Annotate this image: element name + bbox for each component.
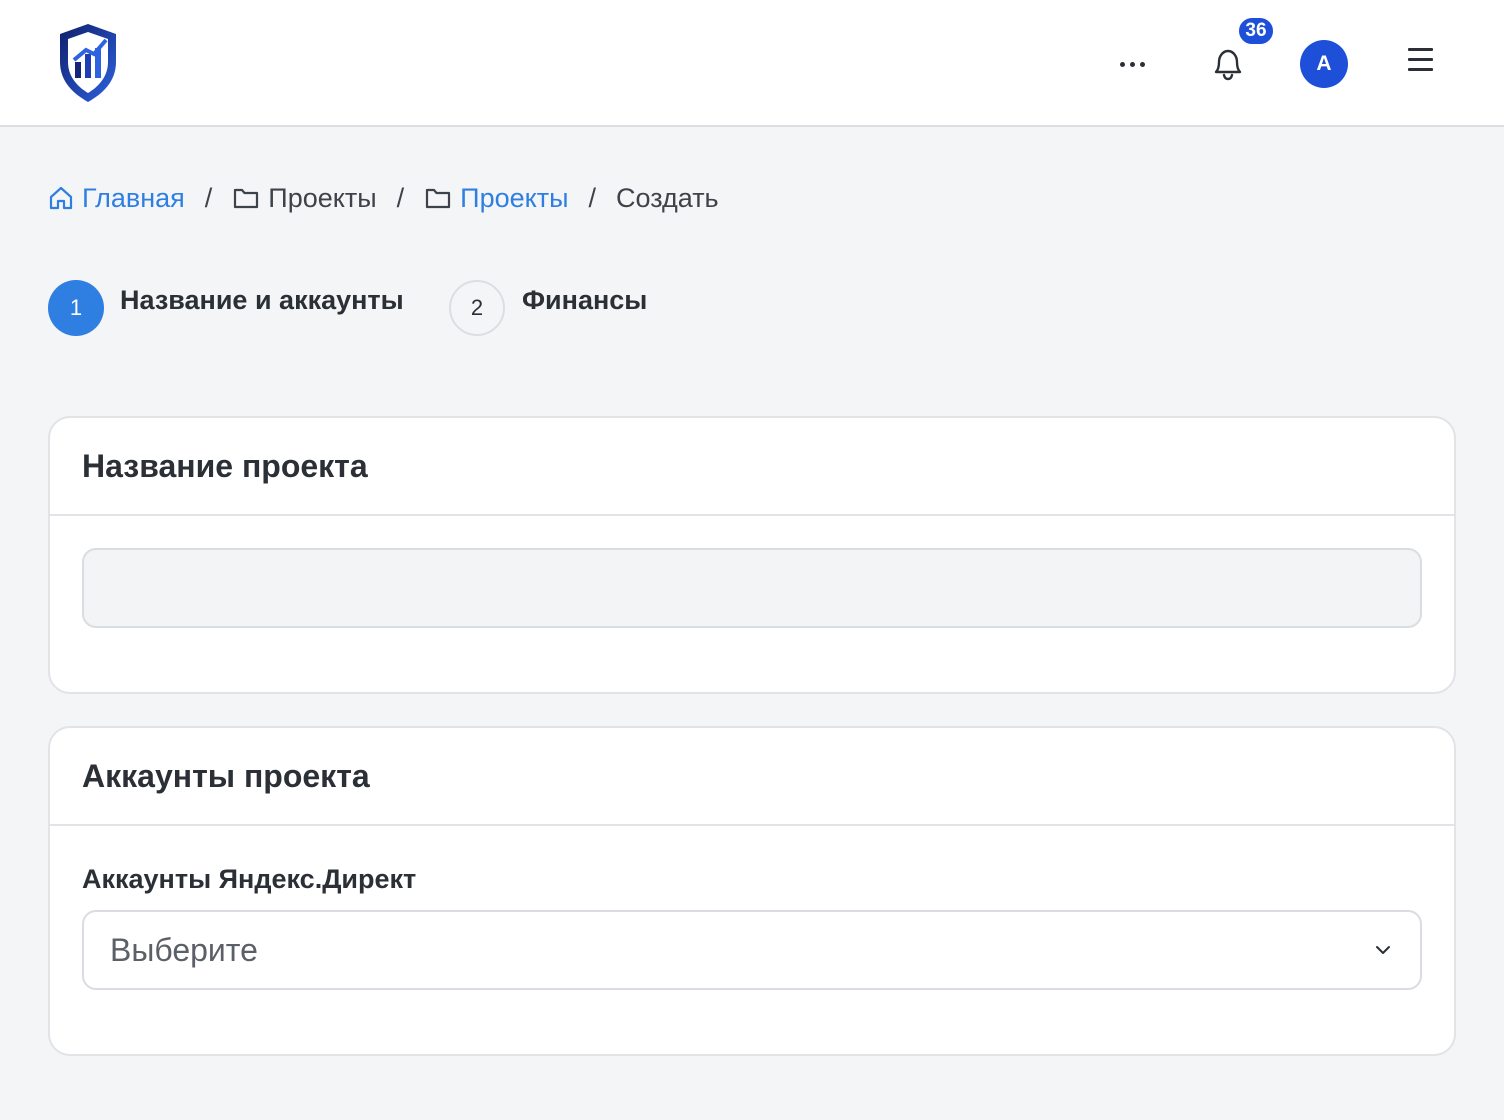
dot-icon xyxy=(1129,61,1135,67)
notification-count-badge: 36 xyxy=(1236,15,1276,47)
breadcrumb-projects-label: Проекты xyxy=(460,182,569,213)
breadcrumb-current: Создать xyxy=(616,182,719,213)
step-1-label[interactable]: Название и аккаунты xyxy=(120,285,404,316)
menu-line xyxy=(1407,48,1433,51)
menu-line xyxy=(1407,68,1433,71)
yandex-direct-accounts-label: Аккаунты Яндекс.Директ xyxy=(82,864,417,894)
card-title: Аккаунты проекта xyxy=(82,757,370,794)
breadcrumb-projects[interactable]: Проекты xyxy=(424,182,569,214)
notifications-button[interactable] xyxy=(1204,40,1252,88)
folder-icon xyxy=(234,188,259,209)
yandex-direct-accounts-select[interactable]: Выберите xyxy=(82,910,1422,990)
breadcrumb-separator: / xyxy=(396,182,405,213)
step-2-indicator[interactable]: 2 xyxy=(449,280,505,336)
project-name-card: Название проекта xyxy=(48,416,1456,694)
breadcrumb-home-label: Главная xyxy=(82,182,185,213)
dot-icon xyxy=(1119,61,1125,67)
card-header: Название проекта xyxy=(50,418,1454,516)
dot-icon xyxy=(1139,61,1145,67)
bell-icon xyxy=(1214,49,1242,81)
card-header: Аккаунты проекта xyxy=(50,728,1454,826)
home-icon xyxy=(49,186,73,210)
top-bar: 36 A xyxy=(0,0,1504,127)
select-value: Выберите xyxy=(110,931,258,968)
breadcrumb-home[interactable]: Главная xyxy=(48,183,185,214)
breadcrumb-projects-parent: Проекты xyxy=(232,182,377,214)
menu-line xyxy=(1407,58,1433,61)
hamburger-menu-button[interactable] xyxy=(1404,48,1436,78)
breadcrumb-projects-parent-label: Проекты xyxy=(268,182,377,213)
step-1-indicator[interactable]: 1 xyxy=(48,280,104,336)
chevron-down-icon xyxy=(1376,946,1390,954)
breadcrumb-separator: / xyxy=(588,182,597,213)
folder-icon xyxy=(426,188,451,209)
project-accounts-card: Аккаунты проекта Аккаунты Яндекс.Директ … xyxy=(48,726,1456,1056)
project-name-input[interactable] xyxy=(82,548,1422,628)
card-title: Название проекта xyxy=(82,447,368,484)
breadcrumb-separator: / xyxy=(204,182,213,213)
user-avatar[interactable]: A xyxy=(1300,40,1348,88)
brand-logo[interactable] xyxy=(56,22,120,104)
step-2-label[interactable]: Финансы xyxy=(522,285,647,316)
more-options-button[interactable] xyxy=(1108,44,1156,84)
breadcrumb: Главная / Проекты / Проекты / Создать xyxy=(48,178,719,218)
